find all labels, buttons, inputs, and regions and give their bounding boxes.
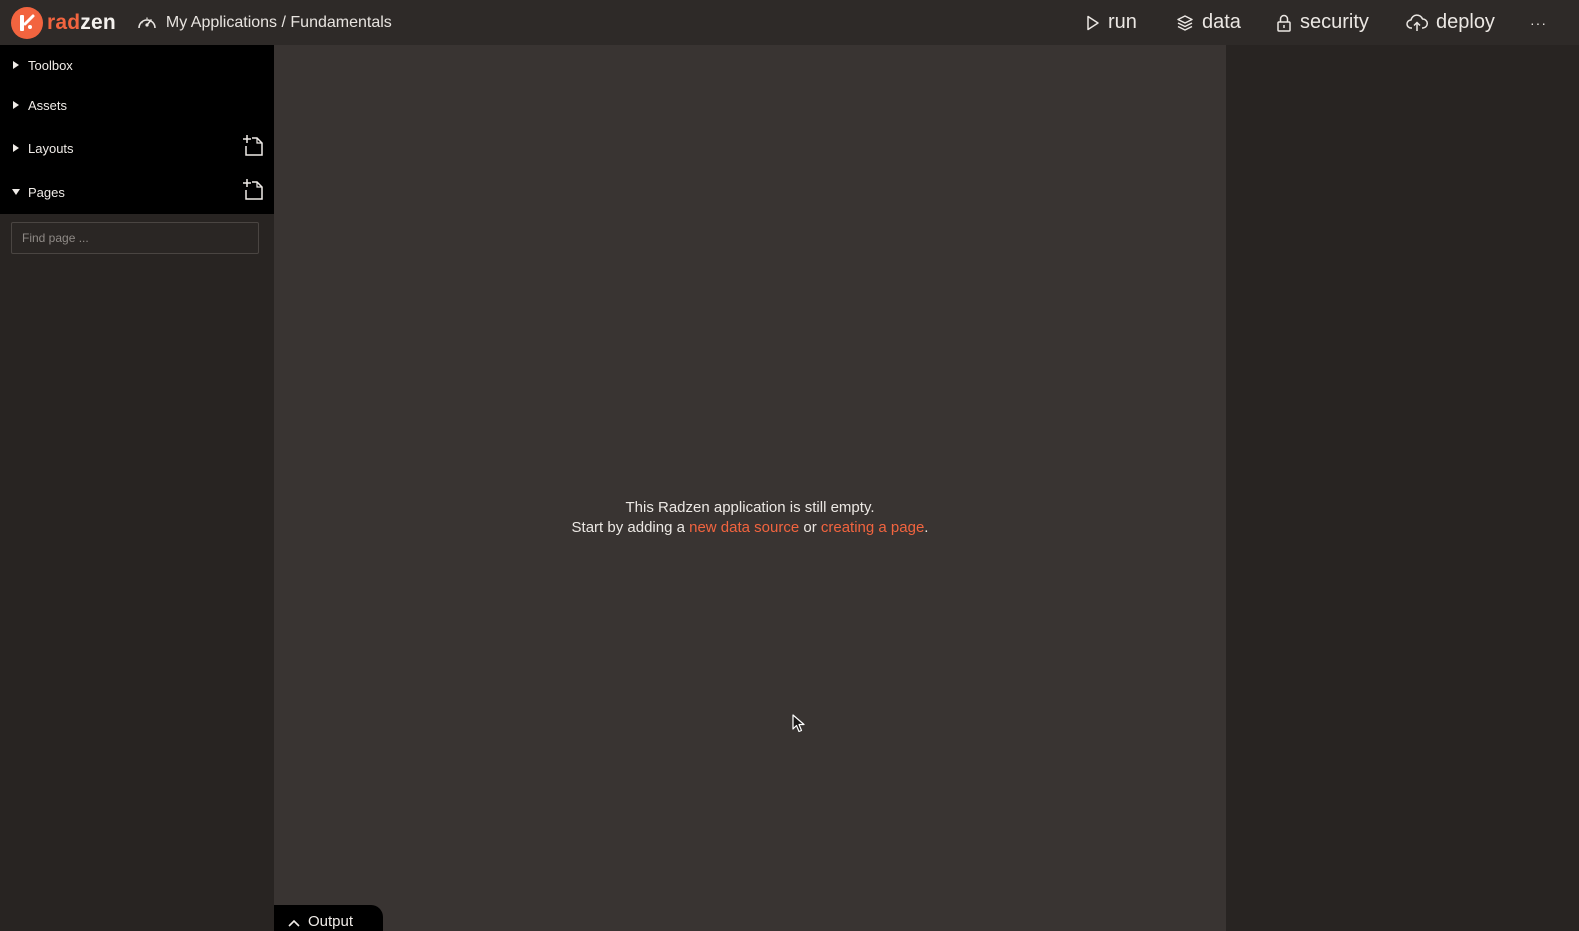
design-canvas: This Radzen application is still empty. … (274, 45, 1226, 931)
sidebar-item-label: Pages (28, 184, 65, 200)
caret-right-icon (0, 143, 28, 153)
data-button[interactable]: data (1176, 0, 1241, 45)
wordmark-zen: zen (80, 11, 116, 34)
radzen-wordmark: radzen (47, 12, 116, 33)
line2-suffix: . (924, 519, 929, 536)
caret-down-icon (0, 188, 28, 196)
sidebar-item-label: Layouts (28, 140, 74, 156)
top-bar: radzen My Applications / Fundamentals ru… (0, 0, 1579, 45)
add-layout-icon[interactable] (242, 133, 264, 157)
empty-state-message: This Radzen application is still empty. … (274, 498, 1226, 538)
layers-icon (1177, 14, 1193, 31)
mouse-pointer-icon (792, 714, 805, 733)
line2-prefix: Start by adding a (571, 519, 690, 536)
lock-icon (1277, 14, 1291, 32)
new-data-source-link[interactable]: new data source (689, 519, 799, 536)
more-menu-button[interactable]: ··· (1530, 0, 1547, 45)
sidebar-sections: Toolbox Assets Layouts Pages (0, 45, 274, 214)
empty-state-line1: This Radzen application is still empty. (625, 499, 875, 516)
sidebar-item-pages[interactable]: Pages (0, 177, 274, 204)
deploy-label: deploy (1436, 11, 1495, 33)
radzen-logo-icon (11, 6, 43, 39)
sidebar-item-assets[interactable]: Assets (0, 93, 274, 117)
sidebar-item-label: Toolbox (28, 57, 73, 73)
caret-right-icon (0, 60, 28, 70)
add-page-icon[interactable] (242, 177, 264, 201)
sidebar-item-layouts[interactable]: Layouts (0, 133, 274, 160)
wordmark-rad: rad (47, 11, 81, 34)
line2-middle: or (799, 519, 821, 536)
run-label: run (1108, 11, 1137, 33)
properties-panel (1226, 45, 1579, 931)
sidebar-item-label: Assets (28, 97, 68, 113)
cloud-upload-icon (1406, 13, 1428, 31)
sidebar-item-toolbox[interactable]: Toolbox (0, 53, 274, 77)
sidebar: Toolbox Assets Layouts Pages Find page .… (0, 45, 274, 931)
output-panel-tab[interactable]: Output (274, 905, 383, 931)
creating-a-page-link[interactable]: creating a page (821, 519, 924, 536)
find-page-input[interactable] (11, 222, 259, 254)
security-label: security (1300, 11, 1369, 33)
output-label: Output (308, 913, 354, 930)
more-icon: ··· (1530, 14, 1547, 31)
dashboard-gauge-icon (138, 17, 156, 28)
security-button[interactable]: security (1276, 0, 1369, 45)
caret-right-icon (0, 100, 28, 110)
play-icon (1087, 15, 1099, 30)
chevron-up-icon (288, 919, 300, 927)
run-button[interactable]: run (1086, 0, 1137, 45)
empty-state-line2: Start by adding a new data source or cre… (274, 518, 1226, 538)
deploy-button[interactable]: deploy (1406, 0, 1495, 45)
breadcrumb[interactable]: My Applications / Fundamentals (137, 0, 392, 45)
data-label: data (1202, 11, 1241, 33)
radzen-logo[interactable]: radzen (11, 0, 116, 45)
breadcrumb-text: My Applications / Fundamentals (165, 13, 392, 31)
